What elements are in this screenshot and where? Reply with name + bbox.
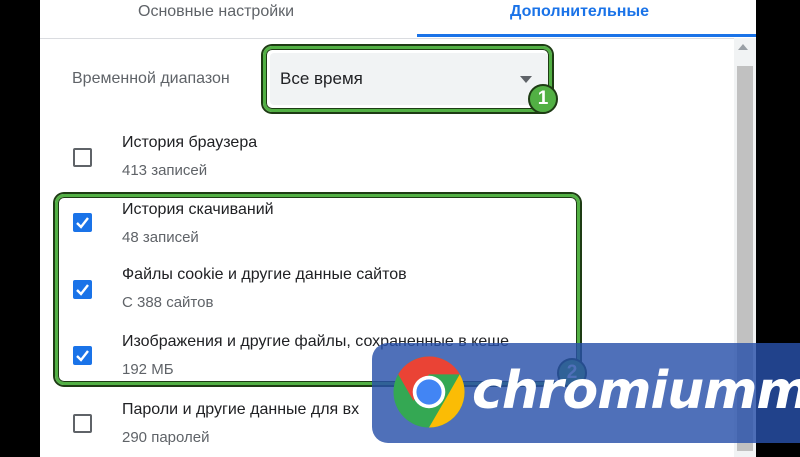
checkbox-browser-history[interactable]: [73, 148, 92, 167]
item-title: История браузера: [122, 134, 258, 151]
tab-advanced[interactable]: Дополнительные: [510, 0, 649, 38]
highlight-box-time-range: [263, 46, 552, 112]
item-title: Пароли и другие данные для вх: [122, 401, 360, 418]
time-range-label: Временной диапазон: [72, 70, 230, 87]
tab-bar: Основные настройки Дополнительные: [40, 0, 756, 39]
tab-basic-settings[interactable]: Основные настройки: [138, 0, 294, 38]
list-item-browser-history[interactable]: История браузера 413 записей: [40, 130, 730, 190]
item-subtitle: 290 паролей: [122, 429, 210, 446]
checkbox-passwords[interactable]: [73, 414, 92, 433]
chrome-logo-icon: [393, 356, 465, 428]
watermark-text: chromiumm: [472, 361, 800, 421]
watermark-banner: chromiumm: [372, 343, 800, 443]
scroll-up-arrow-icon[interactable]: [738, 44, 748, 50]
active-tab-indicator: [417, 34, 756, 37]
annotation-badge-1: 1: [528, 84, 558, 114]
item-subtitle: 413 записей: [122, 162, 208, 179]
